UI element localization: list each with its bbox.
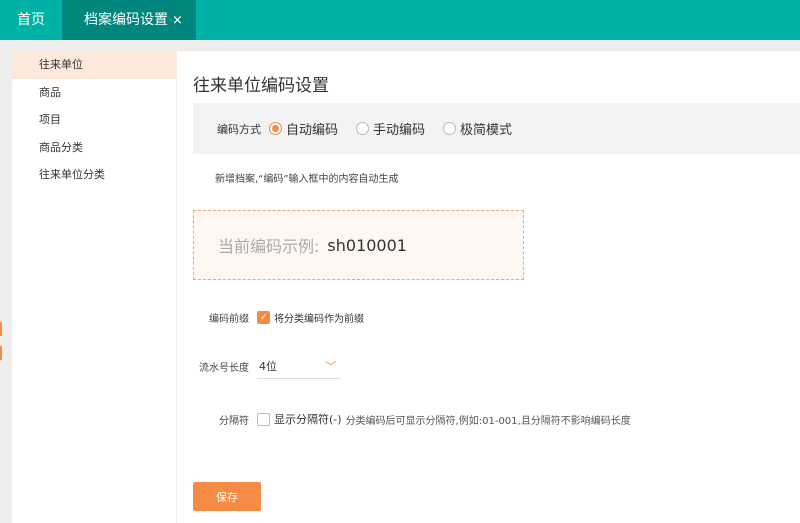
prefix-label: 编码前缀 — [209, 314, 249, 325]
tab-label: 首页 — [17, 12, 45, 28]
tab-home[interactable]: 首页 — [0, 0, 62, 40]
radio-label: 极简模式 — [460, 123, 513, 138]
sidebar-item-goods[interactable]: 商品 — [12, 79, 176, 107]
sidebar: 往来单位 商品 项目 商品分类 往来单位分类 — [12, 51, 176, 523]
close-icon[interactable]: × — [172, 13, 183, 28]
hint-text: 新增档案,“编码”输入框中的内容自动生成 — [215, 174, 399, 185]
save-button[interactable]: 保存 — [193, 482, 261, 511]
serial-length-select[interactable]: 4位 ﹀ — [257, 353, 340, 379]
radio-label: 自动编码 — [286, 123, 339, 138]
separator-checkbox-label: 显示分隔符(-) — [274, 413, 342, 426]
separator-label: 分隔符 — [219, 415, 249, 427]
tab-archive-code-settings[interactable]: 档案编码设置 × — [62, 0, 196, 40]
coding-mode-bar: 编码方式 自动编码 手动编码 极简模式 — [193, 103, 800, 154]
separator-description: 分类编码后可显示分隔符,例如:01-001,且分隔符不影响编码长度 — [345, 415, 631, 427]
edge-marker — [0, 346, 2, 360]
code-example-box: 当前编码示例: sh010001 — [193, 210, 524, 280]
main-panel: 往来单位编码设置 编码方式 自动编码 手动编码 极简模式 新增档案,“编码”输入… — [177, 51, 800, 523]
sidebar-item-goods-category[interactable]: 商品分类 — [12, 134, 176, 162]
radio-unchecked-icon — [443, 122, 457, 135]
select-value: 4位 — [259, 359, 277, 373]
chevron-down-icon: ﹀ — [325, 359, 336, 373]
prefix-checkbox[interactable]: ✓ — [257, 311, 270, 324]
radio-checked-icon — [269, 122, 282, 135]
sidebar-item-partners[interactable]: 往来单位 — [12, 51, 176, 79]
serial-label: 流水号长度 — [199, 362, 249, 374]
radio-minimal[interactable]: 极简模式 — [443, 119, 512, 138]
sidebar-item-partner-category[interactable]: 往来单位分类 — [12, 161, 176, 189]
tab-label: 档案编码设置 — [84, 12, 168, 28]
page-title: 往来单位编码设置 — [193, 76, 329, 96]
sidebar-item-projects[interactable]: 项目 — [12, 106, 176, 134]
prefix-checkbox-label: 将分类编码作为前缀 — [274, 314, 364, 325]
top-tab-bar: 首页 档案编码设置 × — [0, 0, 800, 40]
separator-row: 分隔符 显示分隔符(-) 分类编码后可显示分隔符,例如:01-001,且分隔符不… — [177, 411, 631, 427]
serial-row: 流水号长度 4位 ﹀ — [177, 353, 340, 379]
coding-mode-label: 编码方式 — [217, 122, 261, 136]
radio-unchecked-icon — [356, 122, 370, 135]
edge-marker — [0, 322, 2, 336]
radio-auto[interactable]: 自动编码 — [269, 119, 338, 138]
example-label: 当前编码示例: — [218, 237, 320, 256]
example-value: sh010001 — [327, 235, 407, 255]
radio-manual[interactable]: 手动编码 — [356, 119, 425, 138]
radio-label: 手动编码 — [373, 123, 426, 138]
prefix-row: 编码前缀 ✓ 将分类编码作为前缀 — [177, 310, 364, 325]
separator-checkbox[interactable] — [257, 412, 270, 426]
